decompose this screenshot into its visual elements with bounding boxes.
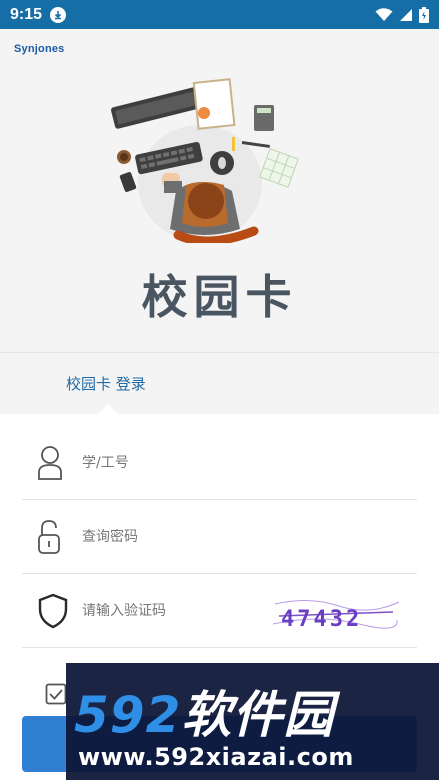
username-row <box>22 426 417 500</box>
password-input[interactable] <box>82 528 262 545</box>
watermark-logo: 592软件园 <box>74 675 334 747</box>
signal-icon <box>400 8 412 21</box>
hero-banner: Synjones 校园卡 <box>0 29 439 353</box>
wifi-icon <box>375 7 393 21</box>
watermark-overlay: 592软件园 www.592xiazai.com <box>66 663 439 780</box>
workspace-illustration <box>111 78 299 243</box>
password-row <box>22 500 417 574</box>
username-input[interactable] <box>82 454 262 471</box>
brand-logo: Synjones <box>14 43 65 55</box>
login-tab-bar: 校园卡 登录 <box>0 353 439 414</box>
captcha-image[interactable]: 47432 <box>269 594 401 634</box>
watermark-url: www.592xiazai.com <box>78 743 354 771</box>
app-title: 校园卡 <box>141 270 298 324</box>
captcha-input[interactable] <box>82 602 262 619</box>
status-time: 9:15 <box>10 5 43 23</box>
captcha-row: 47432 <box>22 574 417 648</box>
download-notification-icon <box>50 6 67 23</box>
watermark-name: 软件园 <box>181 686 335 744</box>
tab-campus-card-login[interactable]: 校园卡 登录 <box>66 373 146 394</box>
remember-checkbox[interactable] <box>45 683 67 705</box>
captcha-code: 47432 <box>281 607 362 632</box>
user-icon <box>22 445 82 481</box>
lock-icon <box>22 519 82 555</box>
status-bar: 9:15 <box>0 0 439 29</box>
battery-icon <box>419 6 429 23</box>
watermark-digits: 592 <box>74 686 182 744</box>
tab-indicator <box>98 404 118 414</box>
shield-icon <box>22 593 82 629</box>
